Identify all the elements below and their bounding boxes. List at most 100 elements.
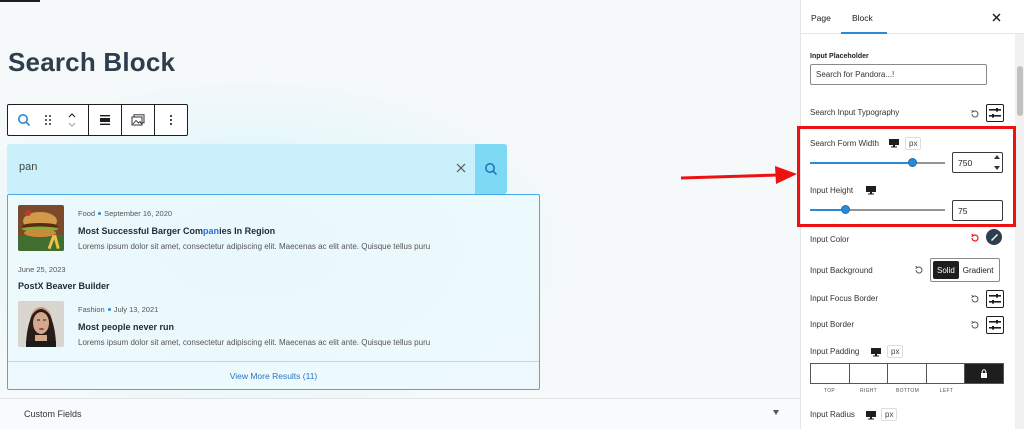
input-color-label: Input Color	[810, 235, 850, 244]
result-date: June 25, 2023	[18, 265, 66, 274]
desktop-icon[interactable]	[870, 347, 882, 357]
form-width-number-input[interactable]: 750	[952, 152, 1003, 173]
color-picker-button[interactable]	[986, 229, 1002, 245]
input-height-number-input[interactable]: 75	[952, 200, 1003, 221]
search-submit-button[interactable]	[475, 144, 507, 194]
caret-down-icon	[773, 410, 779, 415]
result-thumbnail-portrait	[18, 301, 64, 347]
sliders-icon	[989, 108, 1001, 118]
input-radius-label: Input Radius	[810, 410, 855, 419]
result-thumbnail-burger	[18, 205, 64, 251]
result-date: July 13, 2021	[113, 305, 159, 314]
desktop-icon[interactable]	[865, 410, 877, 420]
result-title[interactable]: PostX Beaver Builder	[18, 281, 110, 291]
search-results-dropdown: Food September 16, 2020 Most Successful B…	[7, 194, 540, 390]
padding-bottom-label: BOTTOM	[895, 388, 920, 394]
image-icon[interactable]	[126, 105, 150, 135]
number-stepper-icon[interactable]	[994, 155, 1000, 170]
meta-dot-icon	[107, 308, 111, 312]
result-category: Food	[78, 209, 96, 218]
result-category: Fashion	[78, 305, 105, 314]
more-options-icon[interactable]	[159, 105, 183, 135]
desktop-icon[interactable]	[888, 138, 900, 148]
active-tab-indicator	[841, 32, 887, 34]
sliders-icon	[989, 320, 1001, 330]
result-meta: Fashion July 13, 2021	[78, 305, 158, 314]
padding-right-label: RIGHT	[859, 388, 878, 394]
editor-canvas: Search Block pan Food September 16, 2020…	[0, 0, 800, 429]
focus-border-settings-button[interactable]	[986, 290, 1004, 308]
block-type-search-icon[interactable]	[12, 105, 36, 135]
padding-inputs	[810, 363, 1004, 384]
toolbar-group-media	[122, 105, 155, 135]
tab-block[interactable]: Block	[852, 13, 873, 23]
toolbar-group-block	[8, 105, 89, 135]
search-highlight: pan	[203, 226, 220, 236]
sidebar-tabs: Page Block	[801, 0, 1024, 34]
custom-fields-panel[interactable]: Custom Fields	[0, 398, 800, 429]
result-excerpt: Lorems ipsum dolor sit amet, consectetur…	[78, 242, 431, 251]
bg-option-gradient[interactable]: Gradient	[959, 261, 998, 279]
clear-icon[interactable]	[452, 159, 470, 177]
reset-icon[interactable]	[970, 109, 980, 119]
result-item[interactable]: Food September 16, 2020 Most Successful B…	[18, 205, 528, 255]
padding-top-label: TOP	[823, 388, 836, 394]
move-up-down-icon[interactable]	[60, 105, 84, 135]
form-width-slider-fill	[810, 162, 913, 164]
input-padding-label: Input Padding	[810, 347, 860, 356]
reset-icon[interactable]	[914, 265, 924, 275]
reset-icon[interactable]	[970, 233, 980, 243]
search-input-typography-label: Search Input Typography	[810, 108, 900, 117]
reset-icon[interactable]	[970, 320, 980, 330]
search-form-width-label: Search Form Width	[810, 139, 879, 148]
search-input[interactable]: pan	[19, 161, 37, 173]
view-more-results-link[interactable]: View More Results (11)	[8, 361, 539, 389]
background-type-toggle: Solid Gradient	[930, 258, 1001, 282]
search-icon	[485, 163, 498, 176]
close-icon[interactable]	[989, 10, 1003, 24]
input-height-label: Input Height	[810, 186, 854, 195]
padding-right-input[interactable]	[849, 364, 888, 383]
custom-fields-label: Custom Fields	[24, 409, 82, 419]
result-item[interactable]: June 25, 2023 PostX Beaver Builder	[18, 261, 528, 295]
top-edge-mark	[0, 0, 40, 2]
form-width-slider-handle[interactable]	[907, 158, 917, 167]
padding-bottom-input[interactable]	[888, 364, 927, 383]
pencil-icon	[990, 233, 998, 241]
padding-top-input[interactable]	[811, 364, 850, 383]
result-title[interactable]: Most Successful Barger Companies In Regi…	[78, 226, 275, 236]
radius-unit[interactable]: px	[881, 408, 898, 421]
desktop-icon[interactable]	[865, 185, 877, 195]
tab-page[interactable]: Page	[811, 13, 831, 23]
input-focus-border-label: Input Focus Border	[810, 294, 879, 303]
result-title[interactable]: Most people never run	[78, 322, 174, 332]
padding-unit[interactable]: px	[887, 345, 904, 358]
meta-dot-icon	[98, 212, 102, 216]
block-title: Search Block	[8, 47, 176, 77]
result-item[interactable]: Fashion July 13, 2021 Most people never r…	[18, 301, 528, 351]
reset-icon[interactable]	[970, 294, 980, 304]
bg-option-solid[interactable]: Solid	[933, 261, 959, 279]
result-excerpt: Lorems ipsum dolor sit amet, consectetur…	[78, 338, 431, 347]
border-settings-button[interactable]	[986, 316, 1004, 334]
padding-side-labels: TOP RIGHT BOTTOM LEFT	[810, 388, 1004, 394]
input-placeholder-label: Input Placeholder	[810, 53, 869, 60]
padding-left-label: LEFT	[939, 388, 954, 394]
padding-left-input[interactable]	[926, 364, 965, 383]
drag-handle-icon[interactable]	[36, 105, 60, 135]
search-form: pan	[7, 144, 507, 194]
block-toolbar	[7, 104, 188, 136]
align-icon[interactable]	[93, 105, 117, 135]
typography-settings-button[interactable]	[986, 104, 1004, 122]
lock-icon[interactable]	[965, 364, 1003, 383]
toolbar-group-more	[155, 105, 187, 135]
form-width-unit[interactable]: px	[905, 137, 922, 150]
input-border-label: Input Border	[810, 320, 855, 329]
sliders-icon	[989, 294, 1001, 304]
sidebar-scrollbar-thumb[interactable]	[1017, 66, 1023, 116]
pointer-arrow-icon	[680, 166, 797, 184]
result-date: September 16, 2020	[104, 209, 173, 218]
toolbar-group-align	[89, 105, 122, 135]
input-placeholder-field[interactable]: Search for Pandora...!	[810, 64, 987, 85]
input-background-label: Input Background	[810, 266, 873, 275]
